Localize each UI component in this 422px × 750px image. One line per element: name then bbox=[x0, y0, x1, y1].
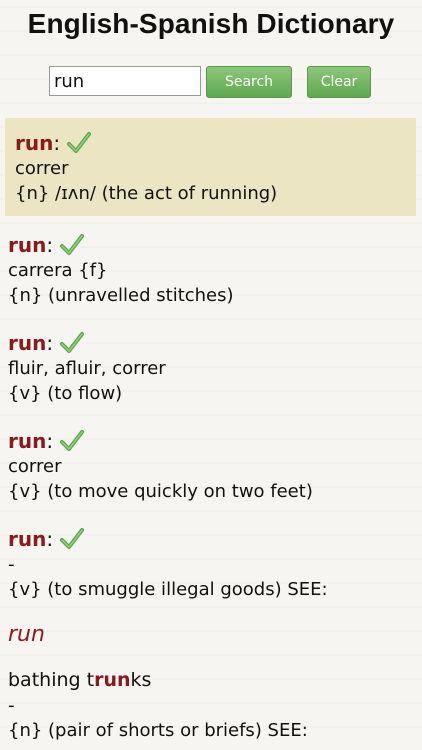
related-definition: {n} (pair of shorts or briefs) SEE: bbox=[8, 720, 308, 741]
result-definition: {n} (unravelled stitches) bbox=[8, 285, 234, 306]
related-word-heading: run bbox=[8, 622, 45, 647]
result-head: run: bbox=[8, 428, 418, 454]
search-button[interactable]: Search bbox=[206, 66, 292, 98]
result-translation: - bbox=[8, 554, 15, 575]
result-word: run bbox=[8, 429, 47, 453]
result-definition: {n} /ɪʌn/ (the act of running) bbox=[15, 183, 278, 204]
checkmark-icon bbox=[60, 528, 85, 549]
result-translation: fluir, afluir, correr bbox=[8, 358, 166, 379]
result-translation: correr bbox=[15, 158, 69, 179]
result-definition: {v} (to flow) bbox=[8, 383, 123, 404]
result-item[interactable]: run: carrera {f} {n} (unravelled stitche… bbox=[8, 232, 418, 308]
related-translation: - bbox=[8, 695, 15, 716]
result-definition: {v} (to move quickly on two feet) bbox=[8, 481, 313, 502]
result-definition: {v} (to smuggle illegal goods) SEE: bbox=[8, 579, 328, 600]
result-translation: correr bbox=[8, 456, 62, 477]
result-translation: carrera {f} bbox=[8, 260, 108, 281]
page-title: English-Spanish Dictionary bbox=[27, 8, 395, 39]
result-item-highlighted[interactable]: run: correr {n} /ɪʌn/ (the act of runnin… bbox=[5, 118, 416, 216]
result-word: run bbox=[8, 331, 47, 355]
result-word: run bbox=[8, 233, 47, 257]
result-word: run bbox=[15, 131, 54, 155]
result-head: run: bbox=[15, 130, 406, 156]
result-head: run: bbox=[8, 526, 418, 552]
result-item[interactable]: run: - {v} (to smuggle illegal goods) SE… bbox=[8, 526, 418, 602]
related-compound: bathing trunks bbox=[8, 669, 152, 691]
result-head: run: bbox=[8, 232, 418, 258]
result-head: run: bbox=[8, 330, 418, 356]
checkmark-icon bbox=[60, 430, 85, 451]
related-result-item[interactable]: bathing trunks - {n} (pair of shorts or … bbox=[8, 668, 418, 743]
checkmark-icon bbox=[60, 332, 85, 353]
checkmark-icon bbox=[60, 234, 85, 255]
checkmark-icon bbox=[67, 132, 92, 153]
related-word-section: run bbox=[8, 622, 418, 647]
search-input[interactable] bbox=[49, 66, 201, 96]
result-item[interactable]: run: fluir, afluir, correr {v} (to flow) bbox=[8, 330, 418, 406]
result-word: run bbox=[8, 527, 47, 551]
result-item[interactable]: run: correr {v} (to move quickly on two … bbox=[8, 428, 418, 504]
clear-button[interactable]: Clear bbox=[307, 66, 371, 98]
